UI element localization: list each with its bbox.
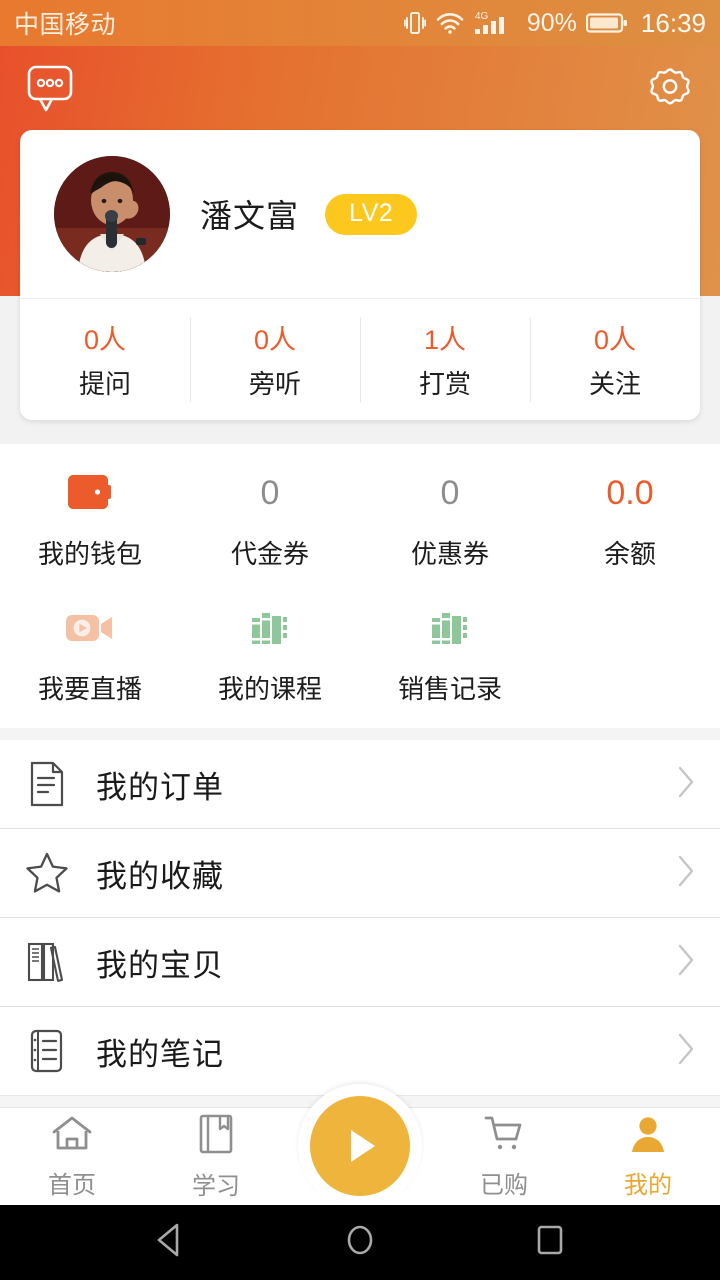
quick-action-value: 0 [440, 473, 460, 512]
signal-icon: 4G [474, 10, 518, 36]
chevron-right-icon [676, 765, 696, 804]
video-camera-icon [64, 597, 116, 659]
menu-item-label: 我的收藏 [96, 858, 224, 894]
quick-action-label: 代金券 [230, 539, 309, 569]
gear-icon[interactable] [644, 63, 696, 115]
quick-action-wallet[interactable]: 我的钱包 [0, 462, 180, 571]
home-icon [49, 1113, 95, 1160]
quick-action-label: 我的钱包 [37, 539, 142, 569]
books-icon [248, 597, 292, 659]
quick-action-golive[interactable]: 我要直播 [0, 597, 180, 706]
cart-icon [481, 1113, 527, 1160]
tab-mine[interactable]: 我的 [576, 1113, 720, 1200]
app-screen: 中国移动 4G 90% 16:39 潘文富 LV2 0人 提问 0人 旁听 1人… [0, 0, 720, 1280]
menu-item-label: 我的宝贝 [96, 947, 224, 983]
wallet-icon [65, 462, 115, 524]
battery-icon [585, 11, 628, 35]
tab-label: 学习 [192, 1173, 240, 1200]
avatar[interactable] [54, 156, 170, 272]
book-icon [196, 1112, 236, 1161]
quick-action-voucher[interactable]: 0 代金券 [180, 462, 360, 571]
section-gap-menu [0, 728, 720, 740]
quick-action-mycourses[interactable]: 我的课程 [180, 597, 360, 706]
battery-percent-label: 90% [526, 8, 577, 37]
back-triangle-icon[interactable] [150, 1219, 190, 1266]
stat-label: 旁听 [248, 369, 301, 399]
bookshelf-icon [16, 939, 78, 985]
document-icon [16, 761, 78, 807]
home-circle-icon[interactable] [340, 1219, 380, 1266]
tab-label: 首页 [48, 1172, 96, 1199]
stat-label: 提问 [78, 369, 131, 399]
profile-identity-row[interactable]: 潘文富 LV2 [20, 130, 700, 298]
message-bubble-icon[interactable] [24, 63, 76, 115]
status-bar-icons: 4G 90% 16:39 [403, 7, 706, 39]
chevron-right-icon [676, 854, 696, 893]
quick-action-label: 我的课程 [217, 674, 322, 704]
quick-action-salesrecord[interactable]: 销售记录 [360, 597, 540, 706]
quick-action-label: 优惠券 [410, 539, 489, 569]
stat-label: 关注 [588, 369, 641, 399]
level-badge: LV2 [325, 193, 418, 235]
play-icon[interactable] [310, 1096, 410, 1196]
stat-value: 0人 [83, 325, 127, 355]
stat-value: 0人 [593, 325, 637, 355]
menu-item-favorites[interactable]: 我的收藏 [0, 829, 720, 918]
stat-item-questions[interactable]: 0人 提问 [20, 299, 190, 420]
menu-item-treasures[interactable]: 我的宝贝 [0, 918, 720, 1007]
header-action-bar [0, 46, 720, 132]
quick-action-value: 0.0 [606, 473, 654, 512]
wifi-icon [435, 11, 465, 35]
menu-list: 我的订单 我的收藏 我的宝贝 我的笔记 [0, 740, 720, 1096]
quick-action-label: 余额 [603, 539, 656, 569]
quick-action-label: 我要直播 [37, 674, 142, 704]
quick-action-balance[interactable]: 0.0 余额 [540, 462, 720, 571]
svg-text:4G: 4G [475, 11, 489, 22]
tab-purchased[interactable]: 已购 [432, 1113, 576, 1200]
center-play-button[interactable] [296, 1082, 424, 1210]
quick-action-coupon[interactable]: 0 优惠券 [360, 462, 540, 571]
chevron-right-icon [676, 1032, 696, 1071]
menu-item-label: 我的订单 [96, 769, 224, 805]
vibrate-icon [403, 10, 426, 36]
stat-item-following[interactable]: 0人 关注 [530, 299, 700, 420]
quick-action-value: 0 [260, 473, 280, 512]
quick-actions-row-1: 我的钱包 0 代金券 0 优惠券 0.0 余额 [0, 462, 720, 571]
quick-action-label: 销售记录 [397, 674, 502, 704]
android-navigation-bar [0, 1205, 720, 1280]
profile-card: 潘文富 LV2 0人 提问 0人 旁听 1人 打赏 0人 关注 [20, 130, 700, 420]
tab-home[interactable]: 首页 [0, 1113, 144, 1200]
stat-value: 1人 [423, 325, 467, 355]
status-bar: 中国移动 4G 90% 16:39 [0, 0, 720, 46]
clock-label: 16:39 [640, 7, 706, 38]
tab-label: 已购 [480, 1172, 528, 1199]
chevron-right-icon [676, 943, 696, 982]
menu-item-orders[interactable]: 我的订单 [0, 740, 720, 829]
notebook-icon [16, 1028, 78, 1074]
profile-stats-row: 0人 提问 0人 旁听 1人 打赏 0人 关注 [20, 298, 700, 420]
user-name: 潘文富 [200, 198, 300, 234]
tab-study[interactable]: 学习 [144, 1112, 288, 1201]
stat-item-listening[interactable]: 0人 旁听 [190, 299, 360, 420]
quick-actions-panel: 我的钱包 0 代金券 0 优惠券 0.0 余额 我要直播 我的课程 销售记录 [0, 444, 720, 728]
quick-actions-row-2: 我要直播 我的课程 销售记录 [0, 597, 720, 706]
person-icon [627, 1113, 669, 1160]
star-icon [16, 850, 78, 896]
carrier-label: 中国移动 [14, 11, 117, 39]
recents-square-icon[interactable] [530, 1219, 570, 1266]
menu-item-label: 我的笔记 [96, 1036, 224, 1072]
stat-label: 打赏 [418, 369, 471, 399]
stat-item-rewards[interactable]: 1人 打赏 [360, 299, 530, 420]
tab-label: 我的 [624, 1172, 672, 1199]
stat-value: 0人 [253, 325, 297, 355]
books-icon [428, 597, 472, 659]
